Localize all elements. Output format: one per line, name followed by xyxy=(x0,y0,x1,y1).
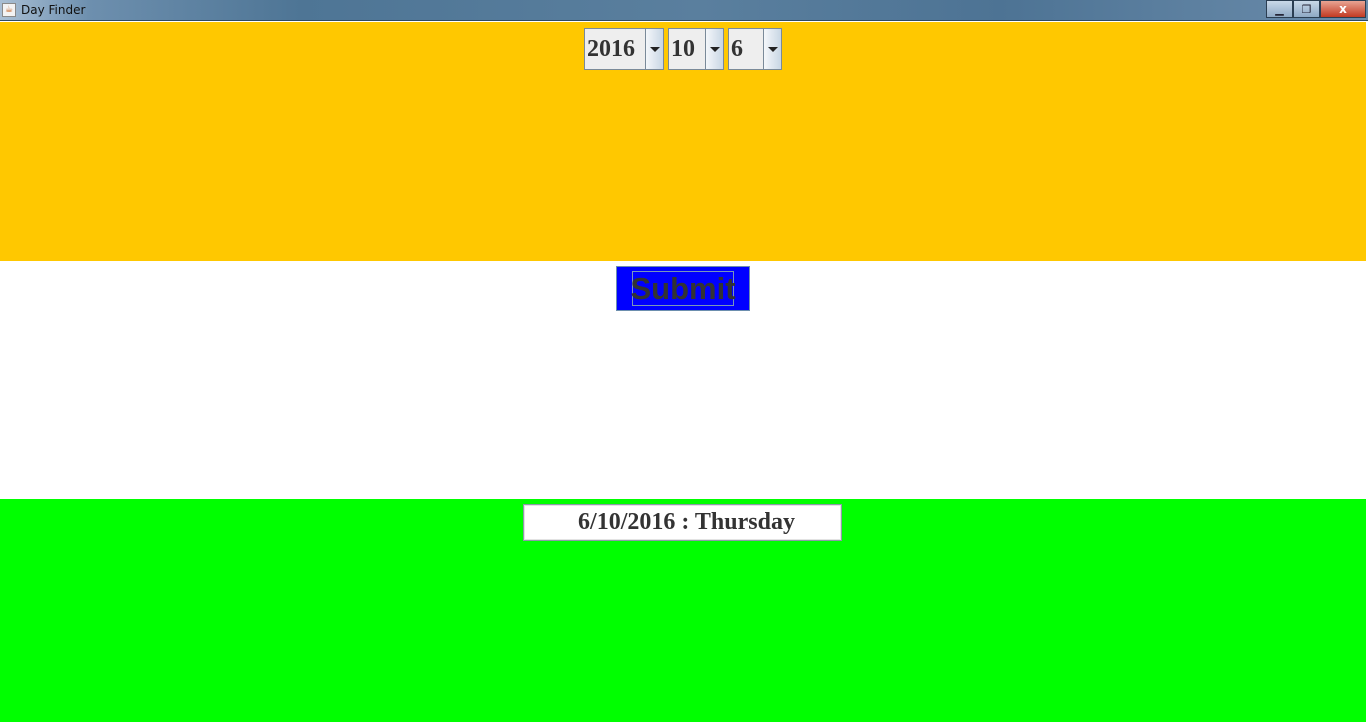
month-combobox[interactable]: 10 xyxy=(668,28,724,70)
chevron-down-icon[interactable] xyxy=(705,29,723,69)
submit-label: Submit xyxy=(630,271,736,306)
day-value: 6 xyxy=(731,36,743,62)
submit-button[interactable]: Submit xyxy=(616,266,750,311)
year-combobox[interactable]: 2016 xyxy=(584,28,664,70)
window-title: Day Finder xyxy=(21,3,86,17)
action-panel: Submit xyxy=(0,261,1366,499)
result-panel: 6/10/2016 : Thursday xyxy=(0,499,1366,722)
restore-button[interactable]: ❐ xyxy=(1293,0,1320,18)
minimize-button[interactable]: ▁ xyxy=(1266,0,1293,18)
year-value: 2016 xyxy=(587,36,635,62)
date-selection-panel: 2016 10 6 xyxy=(0,22,1366,261)
chevron-down-icon[interactable] xyxy=(645,29,663,69)
day-combobox[interactable]: 6 xyxy=(728,28,782,70)
close-button[interactable]: x xyxy=(1320,0,1366,18)
minimize-icon: ▁ xyxy=(1275,2,1284,16)
day-finder-window: ☕ Day Finder ▁ ❐ x 2016 10 6 Submit 6/10… xyxy=(0,0,1368,722)
window-controls: ▁ ❐ x xyxy=(1266,0,1366,18)
close-icon: x xyxy=(1339,2,1347,16)
month-value: 10 xyxy=(671,36,695,62)
restore-icon: ❐ xyxy=(1301,2,1312,16)
title-bar[interactable]: ☕ Day Finder ▁ ❐ x xyxy=(0,0,1368,21)
result-field[interactable]: 6/10/2016 : Thursday xyxy=(523,504,842,541)
chevron-down-icon[interactable] xyxy=(763,29,781,69)
java-cup-icon[interactable]: ☕ xyxy=(2,3,16,17)
